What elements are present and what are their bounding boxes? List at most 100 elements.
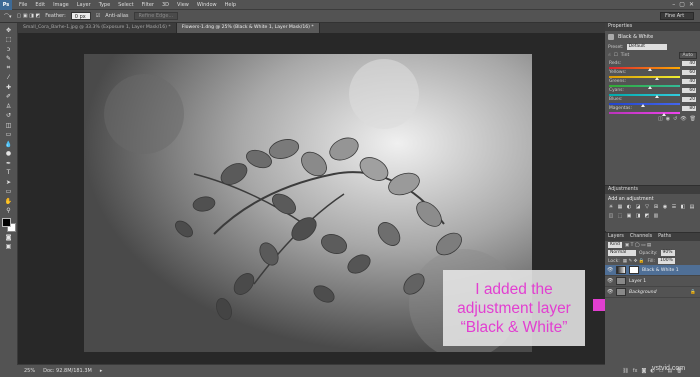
reset-icon[interactable]: ↺ [673, 116, 677, 122]
visibility-icon[interactable]: 👁 [680, 116, 686, 122]
slider-track[interactable] [609, 76, 680, 80]
dodge-tool-icon[interactable]: ● [2, 150, 16, 159]
tab-paths[interactable]: Paths [658, 233, 671, 241]
clone-stamp-icon[interactable]: ♙ [2, 102, 16, 111]
pen-tool-icon[interactable]: ✒ [2, 159, 16, 168]
slider-track[interactable] [609, 112, 680, 116]
link-icon[interactable]: ⛓ [622, 368, 628, 374]
menu-view[interactable]: View [173, 0, 193, 10]
crop-tool-icon[interactable]: ⌗ [2, 64, 16, 73]
zoom-tool-icon[interactable]: ⚲ [2, 207, 16, 216]
slider-track[interactable] [609, 85, 680, 89]
slider-yellows[interactable]: Yellows: 60 [605, 69, 700, 80]
foreground-color-swatch[interactable] [1, 218, 11, 227]
lasso-tool-preset-icon[interactable]: ⌒▾ [4, 13, 12, 20]
slider-track[interactable] [609, 94, 680, 98]
gradient-tool-icon[interactable]: ▭ [2, 131, 16, 140]
layer-name[interactable]: Background [629, 290, 657, 295]
slider-handle[interactable] [648, 86, 653, 89]
slider-cyans[interactable]: Cyans: 60 [605, 87, 700, 98]
eye-icon[interactable]: 👁 [607, 289, 613, 295]
eye-icon[interactable]: 👁 [607, 267, 613, 273]
color-swatches[interactable] [1, 218, 16, 232]
blend-mode-select[interactable]: Normal [608, 250, 636, 256]
slider-value-input[interactable]: 40 [682, 79, 696, 84]
slider-blues[interactable]: Blues: 20 [605, 96, 700, 107]
add-mask-icon[interactable]: ◙ [642, 368, 647, 374]
layer-kind-select[interactable]: Kind [608, 242, 622, 248]
healing-brush-icon[interactable]: ✚ [2, 83, 16, 92]
adjustment-icon[interactable]: ⊞ [653, 204, 659, 210]
auto-button[interactable]: Auto [678, 52, 697, 59]
layer-name[interactable]: Black & White 1 [642, 268, 679, 273]
feather-input[interactable]: 0 px [70, 12, 91, 20]
eraser-tool-icon[interactable]: ◫ [2, 121, 16, 130]
slider-value-input[interactable]: 60 [682, 70, 696, 75]
path-select-icon[interactable]: ➤ [2, 178, 16, 187]
view-previous-icon[interactable]: ◉ [666, 116, 670, 122]
type-tool-icon[interactable]: T [2, 169, 16, 178]
slider-handle[interactable] [648, 68, 653, 71]
menu-help[interactable]: Help [221, 0, 240, 10]
eye-icon[interactable]: 👁 [607, 278, 613, 284]
tint-checkbox[interactable]: ☐ [614, 53, 618, 58]
tab-flowers[interactable]: Flowers-1.dng @ 25% (Black & White 1, La… [176, 23, 320, 33]
quick-mask-icon[interactable]: ◙ [2, 233, 16, 242]
menu-type[interactable]: Type [95, 0, 114, 10]
clip-to-layer-icon[interactable]: ◫ [658, 116, 663, 122]
zoom-level[interactable]: 25% [24, 368, 35, 374]
menu-select[interactable]: Select [114, 0, 137, 10]
blur-tool-icon[interactable]: 💧 [2, 140, 16, 149]
menu-layer[interactable]: Layer [73, 0, 95, 10]
targeted-adjust-icon[interactable]: ☝ [608, 53, 611, 58]
fill-input[interactable]: 100% [658, 258, 675, 264]
slider-track[interactable] [609, 67, 680, 71]
adjustment-icon[interactable]: ▽ [644, 204, 650, 210]
delete-icon[interactable]: 🗑 [690, 116, 696, 122]
slider-track[interactable] [609, 103, 680, 107]
anti-alias-checkbox[interactable]: ☑ [96, 13, 100, 19]
adjustment-icon[interactable]: ▤ [689, 204, 695, 210]
slider-handle[interactable] [662, 113, 667, 116]
lasso-tool-icon[interactable]: ↄ [2, 45, 16, 54]
slider-value-input[interactable]: 60 [682, 88, 696, 93]
adjustment-icon[interactable]: ◪ [635, 204, 641, 210]
adjustment-icon[interactable]: ◉ [662, 204, 668, 210]
move-tool-icon[interactable]: ✥ [2, 26, 16, 35]
adjustment-icon[interactable]: ◐ [626, 204, 632, 210]
tab-channels[interactable]: Channels [630, 233, 652, 241]
adjustment-icon[interactable]: ◧ [680, 204, 686, 210]
slider-value-input[interactable]: 80 [682, 106, 696, 111]
layer-mask-thumbnail[interactable] [629, 266, 639, 274]
menu-file[interactable]: File [15, 0, 31, 10]
slider-value-input[interactable]: 20 [682, 97, 696, 102]
hand-tool-icon[interactable]: ✋ [2, 197, 16, 206]
layer-name[interactable]: Layer 1 [629, 279, 646, 284]
brush-tool-icon[interactable]: ✐ [2, 93, 16, 102]
menu-filter[interactable]: Filter [138, 0, 158, 10]
preset-select[interactable]: Default [626, 44, 667, 50]
layer-filter-icons[interactable]: ▣ T ◯ ▭ ▤ [625, 243, 651, 248]
screen-mode-icon[interactable]: ▣ [2, 243, 16, 252]
adjustment-icon[interactable]: ◨ [635, 213, 641, 219]
history-brush-icon[interactable]: ↺ [2, 112, 16, 121]
slider-handle[interactable] [655, 95, 660, 98]
layer-row-black-white[interactable]: 👁 Black & White 1 [605, 265, 700, 276]
tab-properties[interactable]: Properties [608, 23, 632, 31]
menu-edit[interactable]: Edit [31, 0, 49, 10]
tab-layers[interactable]: Layers [608, 233, 624, 241]
minimize-button[interactable]: – [672, 1, 675, 8]
adjustment-icon[interactable]: ☀ [608, 204, 614, 210]
adjustment-icon[interactable]: ▥ [653, 213, 659, 219]
selection-mode-icons[interactable]: ▢ ▣ ◨ ◩ [17, 13, 41, 19]
refine-edge-button[interactable]: Refine Edge... [133, 12, 179, 20]
slider-value-input[interactable]: 40 [682, 61, 696, 66]
layer-row-layer-1[interactable]: 👁 Layer 1 [605, 276, 700, 287]
adjustment-icon[interactable]: ▣ [626, 213, 632, 219]
lock-icons[interactable]: ▦ ✎ ✥ 🔒 [623, 259, 645, 264]
adjustment-icon[interactable]: ⬚ [617, 213, 623, 219]
shape-tool-icon[interactable]: ▭ [2, 188, 16, 197]
eyedropper-tool-icon[interactable]: ⁄ [2, 74, 16, 83]
quick-select-tool-icon[interactable]: ✎ [2, 55, 16, 64]
workspace-select[interactable]: Fine Art [660, 12, 694, 20]
